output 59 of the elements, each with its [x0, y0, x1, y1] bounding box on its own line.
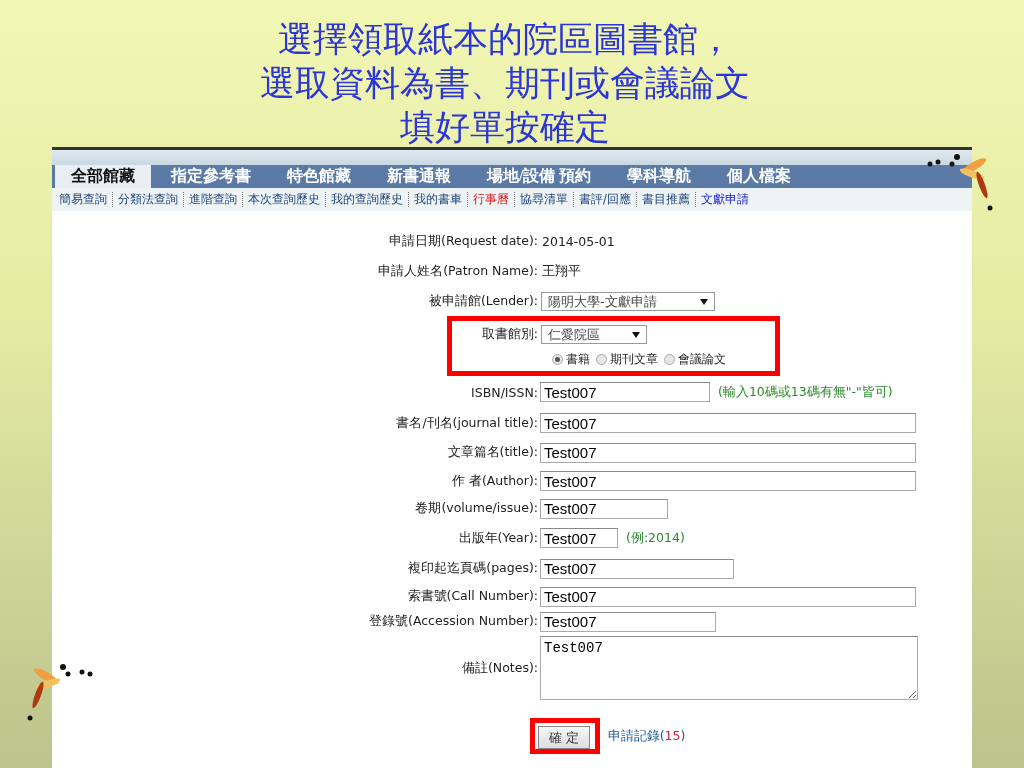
- nav-link[interactable]: 文獻申請: [695, 192, 754, 207]
- field-label: 被申請館(Lender):: [427, 293, 538, 310]
- field-label: 作 者(Author):: [450, 472, 538, 490]
- nav-tab[interactable]: 個人檔案: [711, 165, 808, 188]
- text-input[interactable]: Test007: [540, 586, 916, 607]
- radio-label: 書籍: [566, 351, 590, 368]
- dropdown[interactable]: 仁愛院區: [541, 325, 647, 344]
- field-label: 取書館別:: [480, 326, 538, 343]
- field-label: 出版年(Year):: [457, 529, 538, 547]
- field-label: 申請人姓名(Patron Name):: [377, 263, 538, 280]
- field-value: 2014-05-01: [542, 233, 615, 249]
- field-label: 卷期(volume/issue):: [414, 500, 538, 517]
- field-hint: (輸入10碼或13碼有無"-"皆可): [718, 383, 893, 401]
- nav-link[interactable]: 書評/回應: [574, 192, 637, 207]
- field-label: ISBN/ISSN:: [470, 384, 538, 400]
- field-label: 複印起迄頁碼(pages):: [407, 560, 538, 577]
- text-input[interactable]: Test007: [540, 558, 734, 579]
- field-value: 王翔平: [542, 263, 581, 280]
- nav-tab[interactable]: 指定參考書: [155, 165, 267, 188]
- radio-button[interactable]: [596, 354, 607, 365]
- text-input[interactable]: Test007: [540, 413, 916, 433]
- radio-label: 會議論文: [678, 351, 726, 368]
- text-input[interactable]: Test007: [540, 528, 618, 548]
- slide-title: 選擇領取紙本的院區圖書館，: [276, 19, 734, 61]
- nav-link[interactable]: 進階查詢: [184, 192, 243, 207]
- nav-link[interactable]: 行事曆: [468, 192, 515, 207]
- nav-link[interactable]: 協尋清單: [515, 192, 574, 207]
- field-label: 登錄號(Accession Number):: [368, 613, 538, 630]
- nav-link[interactable]: 我的書車: [409, 192, 468, 207]
- records-link[interactable]: 申請記錄(15): [607, 727, 686, 745]
- confirm-button[interactable]: 確 定: [538, 726, 590, 749]
- text-input[interactable]: Test007: [540, 498, 668, 519]
- slide-title: 填好單按確定: [399, 107, 611, 149]
- nav-tab[interactable]: 新書通報: [371, 165, 467, 188]
- slide-title: 選取資料為書、期刊或會議論文: [259, 63, 751, 105]
- nav-link[interactable]: 分類法查詢: [113, 192, 184, 207]
- nav-link[interactable]: 簡易查詢: [54, 192, 113, 207]
- text-input[interactable]: Test007: [540, 442, 916, 463]
- field-label: 索書號(Call Number):: [406, 588, 538, 605]
- nav-link[interactable]: 我的查詢歷史: [326, 192, 409, 207]
- radio-button[interactable]: [664, 354, 675, 365]
- field-label: 書名/刊名(journal title):: [395, 414, 538, 432]
- text-input[interactable]: Test007: [540, 382, 710, 402]
- text-input[interactable]: Test007: [540, 611, 716, 632]
- radio-label: 期刊文章: [610, 351, 658, 368]
- nav-tab[interactable]: 場地/設備 預約: [471, 165, 608, 188]
- field-label: 文章篇名(title):: [446, 444, 538, 461]
- nav-tab[interactable]: 全部館藏: [55, 165, 151, 188]
- nav-link[interactable]: 本次查詢歷史: [243, 192, 326, 207]
- field-hint: (例:2014): [626, 529, 685, 547]
- radio-button[interactable]: [552, 354, 563, 365]
- field-label: 申請日期(Request date):: [388, 232, 538, 250]
- nav-link[interactable]: 書目推薦: [636, 192, 696, 207]
- field-label: 備註(Notes):: [460, 659, 538, 677]
- text-input[interactable]: Test007: [540, 471, 916, 491]
- dropdown[interactable]: 陽明大學-文獻申請: [541, 292, 715, 311]
- nav-tab[interactable]: 學科導航: [611, 165, 708, 188]
- notes-field[interactable]: Test007: [540, 636, 918, 700]
- nav-tab[interactable]: 特色館藏: [271, 165, 367, 188]
